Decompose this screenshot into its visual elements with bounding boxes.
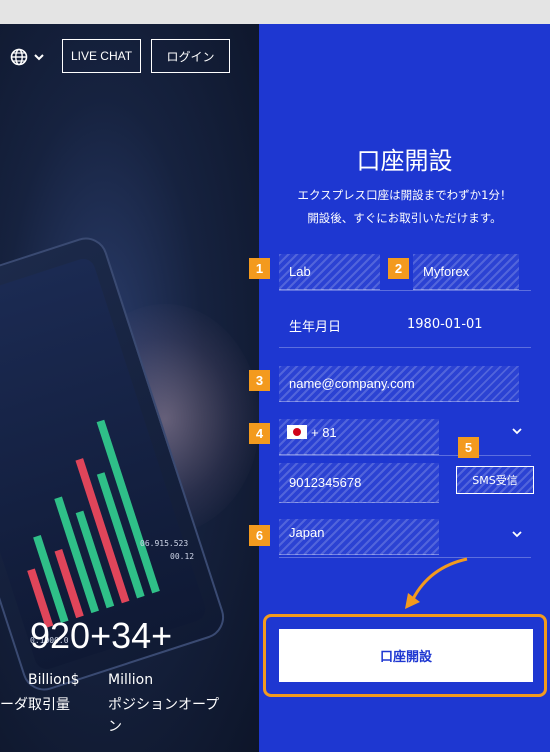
- dob-input[interactable]: 1980-01-01: [407, 317, 483, 332]
- phone-country-code-select[interactable]: + 81: [279, 419, 439, 455]
- price-tag: 00.12: [170, 552, 195, 561]
- phone-code-text: + 81: [311, 425, 337, 440]
- email-input[interactable]: name@company.com: [279, 366, 519, 402]
- last-name-input[interactable]: Myforex: [413, 254, 519, 290]
- stat-label-positions-open: ポジションオープン: [108, 697, 220, 735]
- step-badge: 2: [388, 258, 409, 279]
- stat-unit-billion: Billion$: [28, 672, 80, 688]
- chevron-down-icon[interactable]: [511, 425, 523, 437]
- divider: [279, 290, 531, 291]
- step-badge: 5: [458, 437, 479, 458]
- stat-unit-million: Million: [108, 672, 154, 688]
- step-badge: 1: [249, 258, 270, 279]
- globe-icon[interactable]: [10, 48, 28, 66]
- step-badge: 4: [249, 423, 270, 444]
- hero-section: 06.915.523 00.12 0.1000.0 LIVE CHAT ログイン…: [0, 24, 259, 752]
- form-subtitle: エクスプレス口座は開設までわずか1分！ 開設後、すぐにお取引いただけます。: [259, 184, 550, 230]
- first-name-input[interactable]: Lab: [279, 254, 380, 290]
- stat-label-trading-volume: ーダ取引量: [0, 697, 70, 713]
- step-badge: 3: [249, 370, 270, 391]
- dob-label: 生年月日: [289, 320, 342, 335]
- chevron-down-icon[interactable]: [33, 51, 45, 63]
- top-strip: [0, 0, 550, 24]
- form-title: 口座開設: [356, 147, 453, 175]
- chevron-down-icon[interactable]: [511, 528, 523, 540]
- country-select[interactable]: Japan: [279, 519, 439, 555]
- stat-value: 920+34+: [30, 615, 173, 656]
- phone-number-input[interactable]: 9012345678: [279, 463, 439, 503]
- header-nav: LIVE CHAT ログイン: [0, 39, 259, 73]
- price-tag: 06.915.523: [140, 539, 189, 548]
- subtitle-line: エクスプレス口座は開設までわずか1分！: [297, 188, 512, 202]
- divider: [279, 455, 531, 456]
- live-chat-button[interactable]: LIVE CHAT: [62, 39, 141, 73]
- step-badge: 6: [249, 525, 270, 546]
- login-button[interactable]: ログイン: [151, 39, 230, 73]
- subtitle-line: 開設後、すぐにお取引いただけます。: [307, 211, 502, 225]
- curved-arrow-icon: [405, 557, 468, 609]
- sms-receive-button[interactable]: SMS受信: [456, 466, 534, 494]
- open-account-button[interactable]: 口座開設: [277, 627, 535, 684]
- japan-flag-icon: [287, 425, 307, 439]
- divider: [279, 347, 531, 348]
